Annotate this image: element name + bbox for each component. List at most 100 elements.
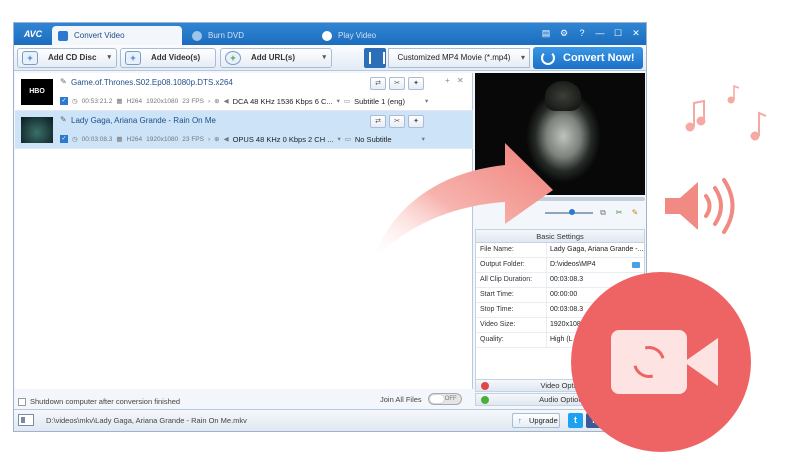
file-checkbox[interactable]: ✓ bbox=[60, 97, 68, 105]
clock-icon: ◷ bbox=[72, 136, 78, 143]
effects-wand-icon[interactable]: ✦ bbox=[408, 115, 424, 128]
file-codec: H264 bbox=[126, 135, 143, 143]
chevron-down-icon[interactable]: ▾ bbox=[425, 97, 428, 105]
tab-convert-video-label: Convert Video bbox=[74, 31, 125, 40]
remove-file-icon[interactable]: ✕ bbox=[457, 76, 464, 85]
add-url-button[interactable]: + Add URL(s) ▾ bbox=[220, 48, 332, 68]
scissors-icon[interactable]: ✂ bbox=[389, 77, 405, 90]
minimize-icon[interactable]: — bbox=[594, 27, 606, 39]
join-all-files-label: Join All Files bbox=[380, 394, 422, 404]
convert-video-icon bbox=[58, 31, 68, 41]
shutdown-option[interactable]: Shutdown computer after conversion finis… bbox=[18, 397, 180, 406]
tab-play-video[interactable]: Play Video bbox=[316, 26, 436, 45]
file-info: ✓ ◷ 00:53:21.2 ▦ H264 1920x1080 23 FPS ›… bbox=[60, 95, 428, 107]
shutdown-label: Shutdown computer after conversion finis… bbox=[30, 397, 181, 406]
folder-icon[interactable] bbox=[632, 262, 640, 268]
file-fps: 23 FPS bbox=[182, 135, 204, 143]
effects-wand-icon[interactable]: ✎ bbox=[629, 207, 641, 219]
menu-icon[interactable]: ▤ bbox=[540, 27, 552, 39]
chevron-down-icon[interactable]: ▾ bbox=[337, 97, 340, 105]
chevron-down-icon[interactable]: ▾ bbox=[337, 135, 340, 143]
video-options-icon bbox=[481, 382, 489, 390]
file-codec: H264 bbox=[126, 97, 143, 105]
audio-track-select[interactable]: DCA 48 KHz 1536 Kbps 6 C... bbox=[233, 97, 333, 106]
setting-label: File Name: bbox=[480, 246, 514, 253]
codec-icon: ▦ bbox=[116, 98, 123, 105]
join-all-files: Join All Files OFF bbox=[380, 393, 462, 405]
effects-wand-icon[interactable]: ✦ bbox=[408, 77, 424, 90]
file-info: ✓ ◷ 00:03:08.3 ▦ H264 1920x1080 23 FPS ›… bbox=[60, 133, 425, 145]
chevron-down-icon[interactable]: ▾ bbox=[107, 49, 111, 67]
music-notes-graphic bbox=[685, 84, 767, 141]
convert-now-button[interactable]: Convert Now! bbox=[533, 47, 643, 69]
title-bar: AVC Convert Video Burn DVD Play Video ▤ … bbox=[14, 23, 646, 45]
add-cd-disc-button[interactable]: + Add CD Disc ▾ bbox=[17, 48, 117, 68]
join-toggle[interactable]: OFF bbox=[427, 393, 462, 405]
speaker-graphic bbox=[665, 178, 735, 234]
maximize-icon[interactable]: ☐ bbox=[612, 27, 624, 39]
output-path: D:\videos\mkv\Lady Gaga, Ariana Grande -… bbox=[46, 416, 247, 425]
file-resolution: 1920x1080 bbox=[146, 135, 179, 143]
file-checkbox[interactable]: ✓ bbox=[60, 135, 68, 143]
setting-file-name: File Name: Lady Gaga, Ariana Grande -... bbox=[476, 243, 644, 258]
tab-burn-dvd[interactable]: Burn DVD bbox=[186, 26, 306, 45]
seek-bar[interactable] bbox=[475, 197, 645, 201]
setting-output-folder: Output Folder: D:\videos\MP4 bbox=[476, 258, 644, 273]
chevron-down-icon[interactable]: ▾ bbox=[422, 135, 425, 143]
output-folder-field[interactable]: D:\videos\MP4 bbox=[546, 258, 644, 272]
volume-slider[interactable] bbox=[545, 209, 593, 215]
file-row-selected[interactable]: ✎ Lady Gaga, Ariana Grande - Rain On Me … bbox=[15, 111, 473, 149]
output-format-select[interactable]: Customized MP4 Movie (*.mp4) ▾ bbox=[388, 48, 530, 68]
upgrade-button[interactable]: Upgrade bbox=[512, 413, 560, 428]
output-format-value: Customized MP4 Movie (*.mp4) bbox=[397, 53, 511, 62]
scissors-icon[interactable]: ✂ bbox=[389, 115, 405, 128]
scissors-icon[interactable]: ✂ bbox=[613, 207, 625, 219]
play-icon bbox=[322, 31, 332, 41]
file-row[interactable]: HBO ✎ Game.of.Thrones.S02.Ep08.1080p.DTS… bbox=[15, 73, 473, 111]
subtitle-select[interactable]: No Subtitle bbox=[355, 135, 392, 144]
file-name-field[interactable]: Lady Gaga, Ariana Grande -... bbox=[546, 243, 644, 257]
audio-track-select[interactable]: OPUS 48 KHz 0 Kbps 2 CH ... bbox=[233, 135, 334, 144]
file-name[interactable]: Game.of.Thrones.S02.Ep08.1080p.DTS.x264 bbox=[71, 78, 233, 87]
subtitle-icon: ▭ bbox=[343, 98, 351, 105]
audio-options-icon bbox=[481, 396, 489, 404]
chevron-right-icon[interactable]: › bbox=[208, 136, 210, 143]
output-panel-icon[interactable] bbox=[18, 414, 34, 426]
preview-frame bbox=[475, 73, 645, 195]
setting-label: All Clip Duration: bbox=[480, 276, 533, 283]
audio-add-icon[interactable]: ⊕ bbox=[214, 135, 219, 143]
setting-label: Start Time: bbox=[480, 291, 514, 298]
status-bar: D:\videos\mkv\Lady Gaga, Ariana Grande -… bbox=[14, 409, 646, 431]
basic-settings-title[interactable]: Basic Settings bbox=[476, 230, 644, 243]
rename-pencil-icon[interactable]: ✎ bbox=[60, 77, 67, 86]
tab-burn-dvd-label: Burn DVD bbox=[208, 31, 245, 40]
clock-icon: ◷ bbox=[72, 98, 78, 105]
twitter-icon[interactable]: t bbox=[568, 413, 583, 428]
snapshot-icon[interactable]: ⧉ bbox=[597, 207, 609, 219]
chevron-down-icon[interactable]: ▾ bbox=[322, 49, 326, 67]
chevron-down-icon: ▾ bbox=[520, 53, 525, 62]
convert-row-icon[interactable]: ⇄ bbox=[370, 115, 386, 128]
subtitle-select[interactable]: Subtitle 1 (eng) bbox=[354, 97, 405, 106]
app-window: AVC Convert Video Burn DVD Play Video ▤ … bbox=[13, 22, 647, 432]
shutdown-checkbox[interactable] bbox=[18, 397, 26, 406]
audio-add-icon[interactable]: ⊕ bbox=[214, 97, 219, 105]
add-segment-icon[interactable]: + bbox=[445, 76, 450, 85]
tab-convert-video[interactable]: Convert Video bbox=[52, 26, 182, 45]
cd-disc-icon: + bbox=[22, 51, 38, 65]
file-name[interactable]: Lady Gaga, Ariana Grande - Rain On Me bbox=[71, 116, 216, 125]
speaker-icon: ◀ bbox=[223, 98, 229, 105]
setting-label: Quality: bbox=[480, 336, 504, 343]
tab-play-video-label: Play Video bbox=[338, 31, 377, 40]
file-duration: 00:53:21.2 bbox=[81, 97, 113, 105]
file-resolution: 1920x1080 bbox=[146, 97, 179, 105]
chevron-right-icon[interactable]: › bbox=[208, 98, 210, 105]
disc-icon bbox=[192, 31, 202, 41]
convert-row-icon[interactable]: ⇄ bbox=[370, 77, 386, 90]
settings-gear-icon[interactable]: ⚙ bbox=[558, 27, 570, 39]
close-icon[interactable]: ✕ bbox=[630, 27, 642, 39]
speaker-icon: ◀ bbox=[223, 136, 229, 143]
help-icon[interactable]: ? bbox=[576, 27, 588, 39]
rename-pencil-icon[interactable]: ✎ bbox=[60, 115, 67, 124]
add-videos-button[interactable]: + Add Video(s) bbox=[120, 48, 216, 68]
